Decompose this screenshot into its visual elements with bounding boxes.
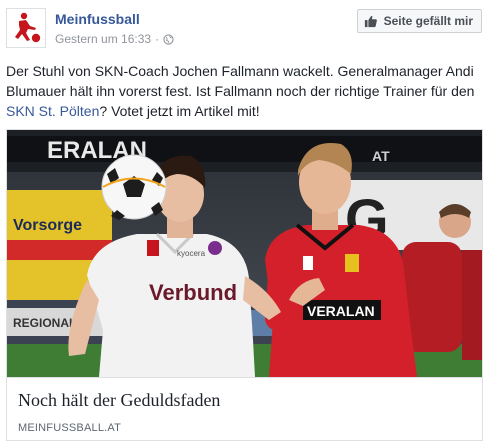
page-name-link[interactable]: Meinfussball <box>55 11 140 27</box>
link-attachment[interactable]: ERALAN AT Vorsorge G REGIONAL VERALAN Ve… <box>6 129 483 441</box>
jersey-left-small: kyocera <box>177 249 206 258</box>
board-top-right-text: AT <box>372 148 390 164</box>
globe-icon[interactable] <box>163 33 174 45</box>
link-preview[interactable]: Noch hält der Geduldsfaden MEINFUSSBALL.… <box>7 377 482 440</box>
jersey-left-sponsor: Verbund <box>149 280 237 305</box>
thumbs-up-icon <box>364 15 377 28</box>
skn-st-poelten-link[interactable]: SKN St. Pölten <box>6 103 99 119</box>
post-message: Der Stuhl von SKN-Coach Jochen Fallmann … <box>6 61 488 121</box>
like-page-button[interactable]: Seite gefällt mir <box>356 9 482 33</box>
post-timestamp[interactable]: Gestern um 16:33 <box>55 32 151 46</box>
article-title[interactable]: Noch hält der Geduldsfaden <box>18 390 220 411</box>
article-photo[interactable]: ERALAN AT Vorsorge G REGIONAL VERALAN Ve… <box>7 130 482 377</box>
page-avatar[interactable] <box>6 8 46 48</box>
post-meta: Gestern um 16:33 · <box>55 32 174 46</box>
facebook-post: Meinfussball Gestern um 16:33 · Seite ge… <box>0 0 494 448</box>
meinfussball-logo <box>7 9 45 47</box>
post-text-part: ? Votet jetzt im Artikel mit! <box>99 103 260 119</box>
jersey-right-sponsor: VERALAN <box>307 303 375 319</box>
like-page-label: Seite gefällt mir <box>383 14 473 28</box>
article-domain: MEINFUSSBALL.AT <box>18 422 122 434</box>
meta-separator: · <box>155 32 160 46</box>
post-text-part: Der Stuhl von SKN-Coach Jochen Fallmann … <box>6 63 475 99</box>
board-left-text: Vorsorge <box>13 217 82 234</box>
board-bottom-left-text: REGIONAL <box>13 316 76 330</box>
